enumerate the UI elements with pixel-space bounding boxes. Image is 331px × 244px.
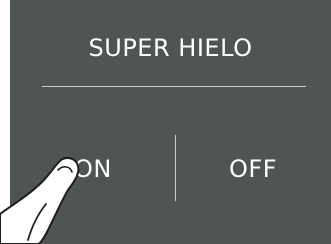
- super-hielo-panel: SUPER HIELO ON OFF: [10, 0, 331, 244]
- title-divider: [42, 86, 306, 87]
- options-divider: [175, 135, 176, 201]
- panel-title: SUPER HIELO: [88, 34, 253, 62]
- on-button[interactable]: ON: [66, 151, 120, 187]
- off-button[interactable]: OFF: [221, 151, 285, 187]
